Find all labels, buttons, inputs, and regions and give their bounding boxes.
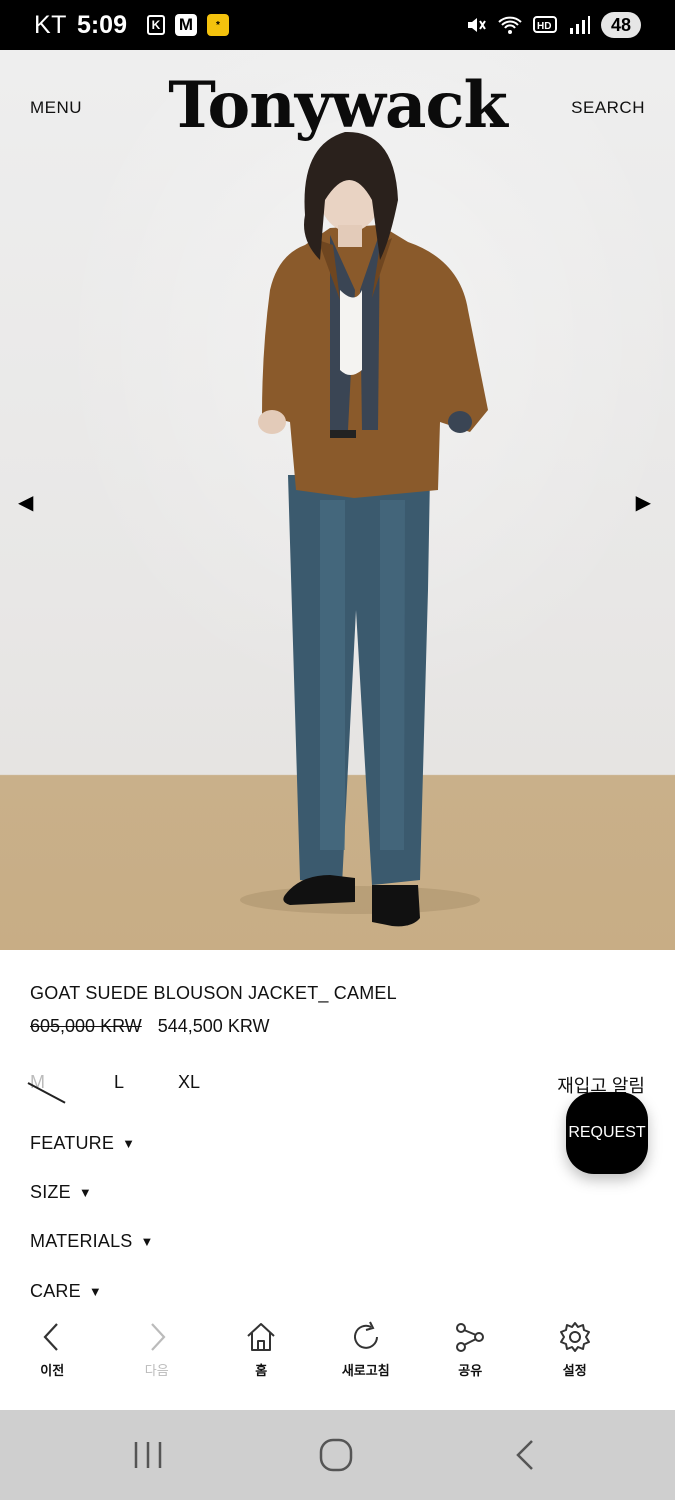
home-nav-icon[interactable] [316,1438,356,1472]
toolbar-settings-label: 설정 [562,1363,587,1378]
svg-text:HD: HD [537,21,551,32]
original-price: 605,000 KRW [30,1016,142,1036]
size-option-m-sold-out: M [30,1072,45,1092]
size-option-l[interactable]: L [114,1072,124,1093]
toolbar-back-label: 이전 [40,1363,65,1378]
price-row: 605,000 KRW 544,500 KRW [30,1016,270,1037]
product-photo-model [240,131,488,927]
size-selector: M L XL 재입고 알림 [30,1072,645,1096]
toolbar-refresh-label: 새로고침 [341,1363,390,1378]
toolbar-share-label: 공유 [458,1363,483,1378]
carrier-label: KT [34,10,67,39]
yellow-app-notification-icon: * [207,14,229,36]
recent-apps-icon[interactable] [128,1438,168,1472]
caret-down-icon: ▼ [88,1284,102,1299]
back-icon [43,1323,59,1351]
carousel-prev-icon[interactable]: ◀ [18,490,33,515]
accordion-materials[interactable]: MATERIALS ▼ [30,1231,154,1252]
product-title: GOAT SUEDE BLOUSON JACKET_ CAMEL [30,983,397,1003]
status-bar: KT 5:09 K M * HD 48 [0,0,675,50]
battery-indicator: 48 [601,12,641,38]
caret-down-icon: ▼ [78,1185,92,1200]
toolbar-home-label: 홈 [255,1363,268,1378]
caret-down-icon: ▼ [140,1234,154,1249]
kakaotalk-notification-icon: K [147,15,165,35]
forward-icon [150,1323,166,1351]
toolbar-forward-button[interactable]: 다음 [105,1320,210,1410]
browser-toolbar: 이전 다음 홈 새로고침 공유 설정 [0,1320,675,1410]
mute-icon [468,18,486,32]
home-icon [247,1323,275,1351]
wifi-icon [498,16,522,34]
toolbar-share-button[interactable]: 공유 [418,1320,523,1410]
carousel-next-icon[interactable]: ▶ [636,490,651,515]
toolbar-back-button[interactable]: 이전 [0,1320,105,1410]
signal-icon [570,16,590,34]
sale-price: 544,500 KRW [157,1016,270,1036]
toolbar-refresh-button[interactable]: 새로고침 [314,1320,419,1410]
request-button[interactable]: REQUEST [566,1092,648,1174]
toolbar-home-button[interactable]: 홈 [209,1320,314,1410]
caret-down-icon: ▼ [122,1136,136,1151]
accordion-feature[interactable]: FEATURE ▼ [30,1133,135,1154]
toolbar-forward-label: 다음 [144,1363,169,1378]
accordion-size[interactable]: SIZE ▼ [30,1182,92,1203]
accordion-feature-label: FEATURE [30,1133,115,1153]
hd-call-icon: HD [533,16,557,33]
toolbar-settings-button[interactable]: 설정 [523,1320,628,1410]
gear-icon [559,1322,590,1352]
search-button[interactable]: SEARCH [571,98,645,118]
android-nav-bar [0,1410,675,1500]
clock: 5:09 [76,10,127,39]
share-icon [456,1323,485,1352]
product-image-carousel[interactable]: MENU Tonywack SEARCH ◀ ▶ [0,50,675,950]
accordion-materials-label: MATERIALS [30,1231,133,1251]
m-app-notification-icon: M [175,14,197,36]
back-nav-icon[interactable] [506,1438,546,1472]
accordion-care-label: CARE [30,1281,81,1301]
refresh-icon [353,1321,378,1349]
accordion-care[interactable]: CARE ▼ [30,1281,102,1302]
size-option-xl[interactable]: XL [178,1072,200,1093]
accordion-size-label: SIZE [30,1182,71,1202]
